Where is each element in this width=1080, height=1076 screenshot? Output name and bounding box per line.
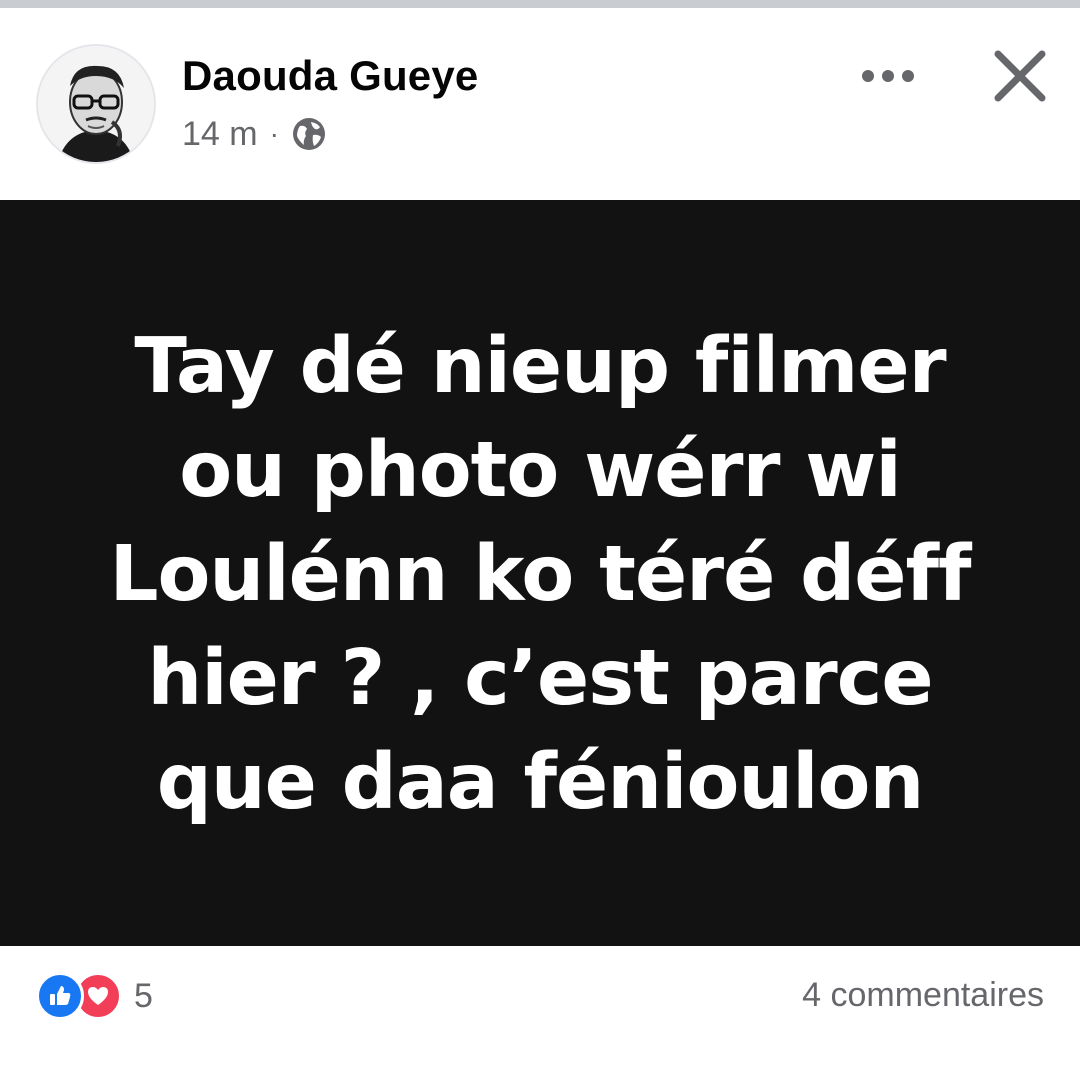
- post-body-line: que daa fénioulon: [156, 738, 925, 827]
- close-button[interactable]: [986, 42, 1054, 110]
- more-horizontal-icon: [882, 70, 894, 82]
- more-options-button[interactable]: [848, 44, 928, 108]
- reactions-summary[interactable]: 5: [36, 972, 153, 1020]
- post-meta: 14 m ·: [182, 112, 327, 156]
- post-header: Daouda Gueye 14 m ·: [0, 8, 1080, 200]
- post-body-line: Loulénn ko téré déff: [109, 530, 971, 619]
- avatar-portrait: [38, 46, 154, 162]
- top-strip: [0, 0, 1080, 8]
- post-body-line: Tay dé nieup filmer: [134, 322, 946, 411]
- avatar[interactable]: [36, 44, 156, 164]
- post-body: Tay dé nieup filmer ou photo wérr wi Lou…: [60, 315, 1020, 835]
- like-icon: [36, 972, 84, 1020]
- post-body-line: ou photo wérr wi: [179, 426, 902, 515]
- reaction-count: 5: [134, 976, 153, 1015]
- close-icon: [994, 50, 1046, 102]
- more-horizontal-icon: [862, 70, 874, 82]
- more-horizontal-icon: [902, 70, 914, 82]
- post-footer: 5 4 commentaires: [0, 946, 1080, 1076]
- timestamp[interactable]: 14 m: [182, 115, 258, 154]
- post-text-background[interactable]: Tay dé nieup filmer ou photo wérr wi Lou…: [0, 200, 1080, 946]
- author-name[interactable]: Daouda Gueye: [182, 52, 478, 100]
- globe-icon: [291, 116, 327, 152]
- meta-separator: ·: [269, 118, 279, 149]
- post-body-line: hier ? , c’est parce: [147, 634, 933, 723]
- comments-count-link[interactable]: 4 commentaires: [802, 976, 1044, 1015]
